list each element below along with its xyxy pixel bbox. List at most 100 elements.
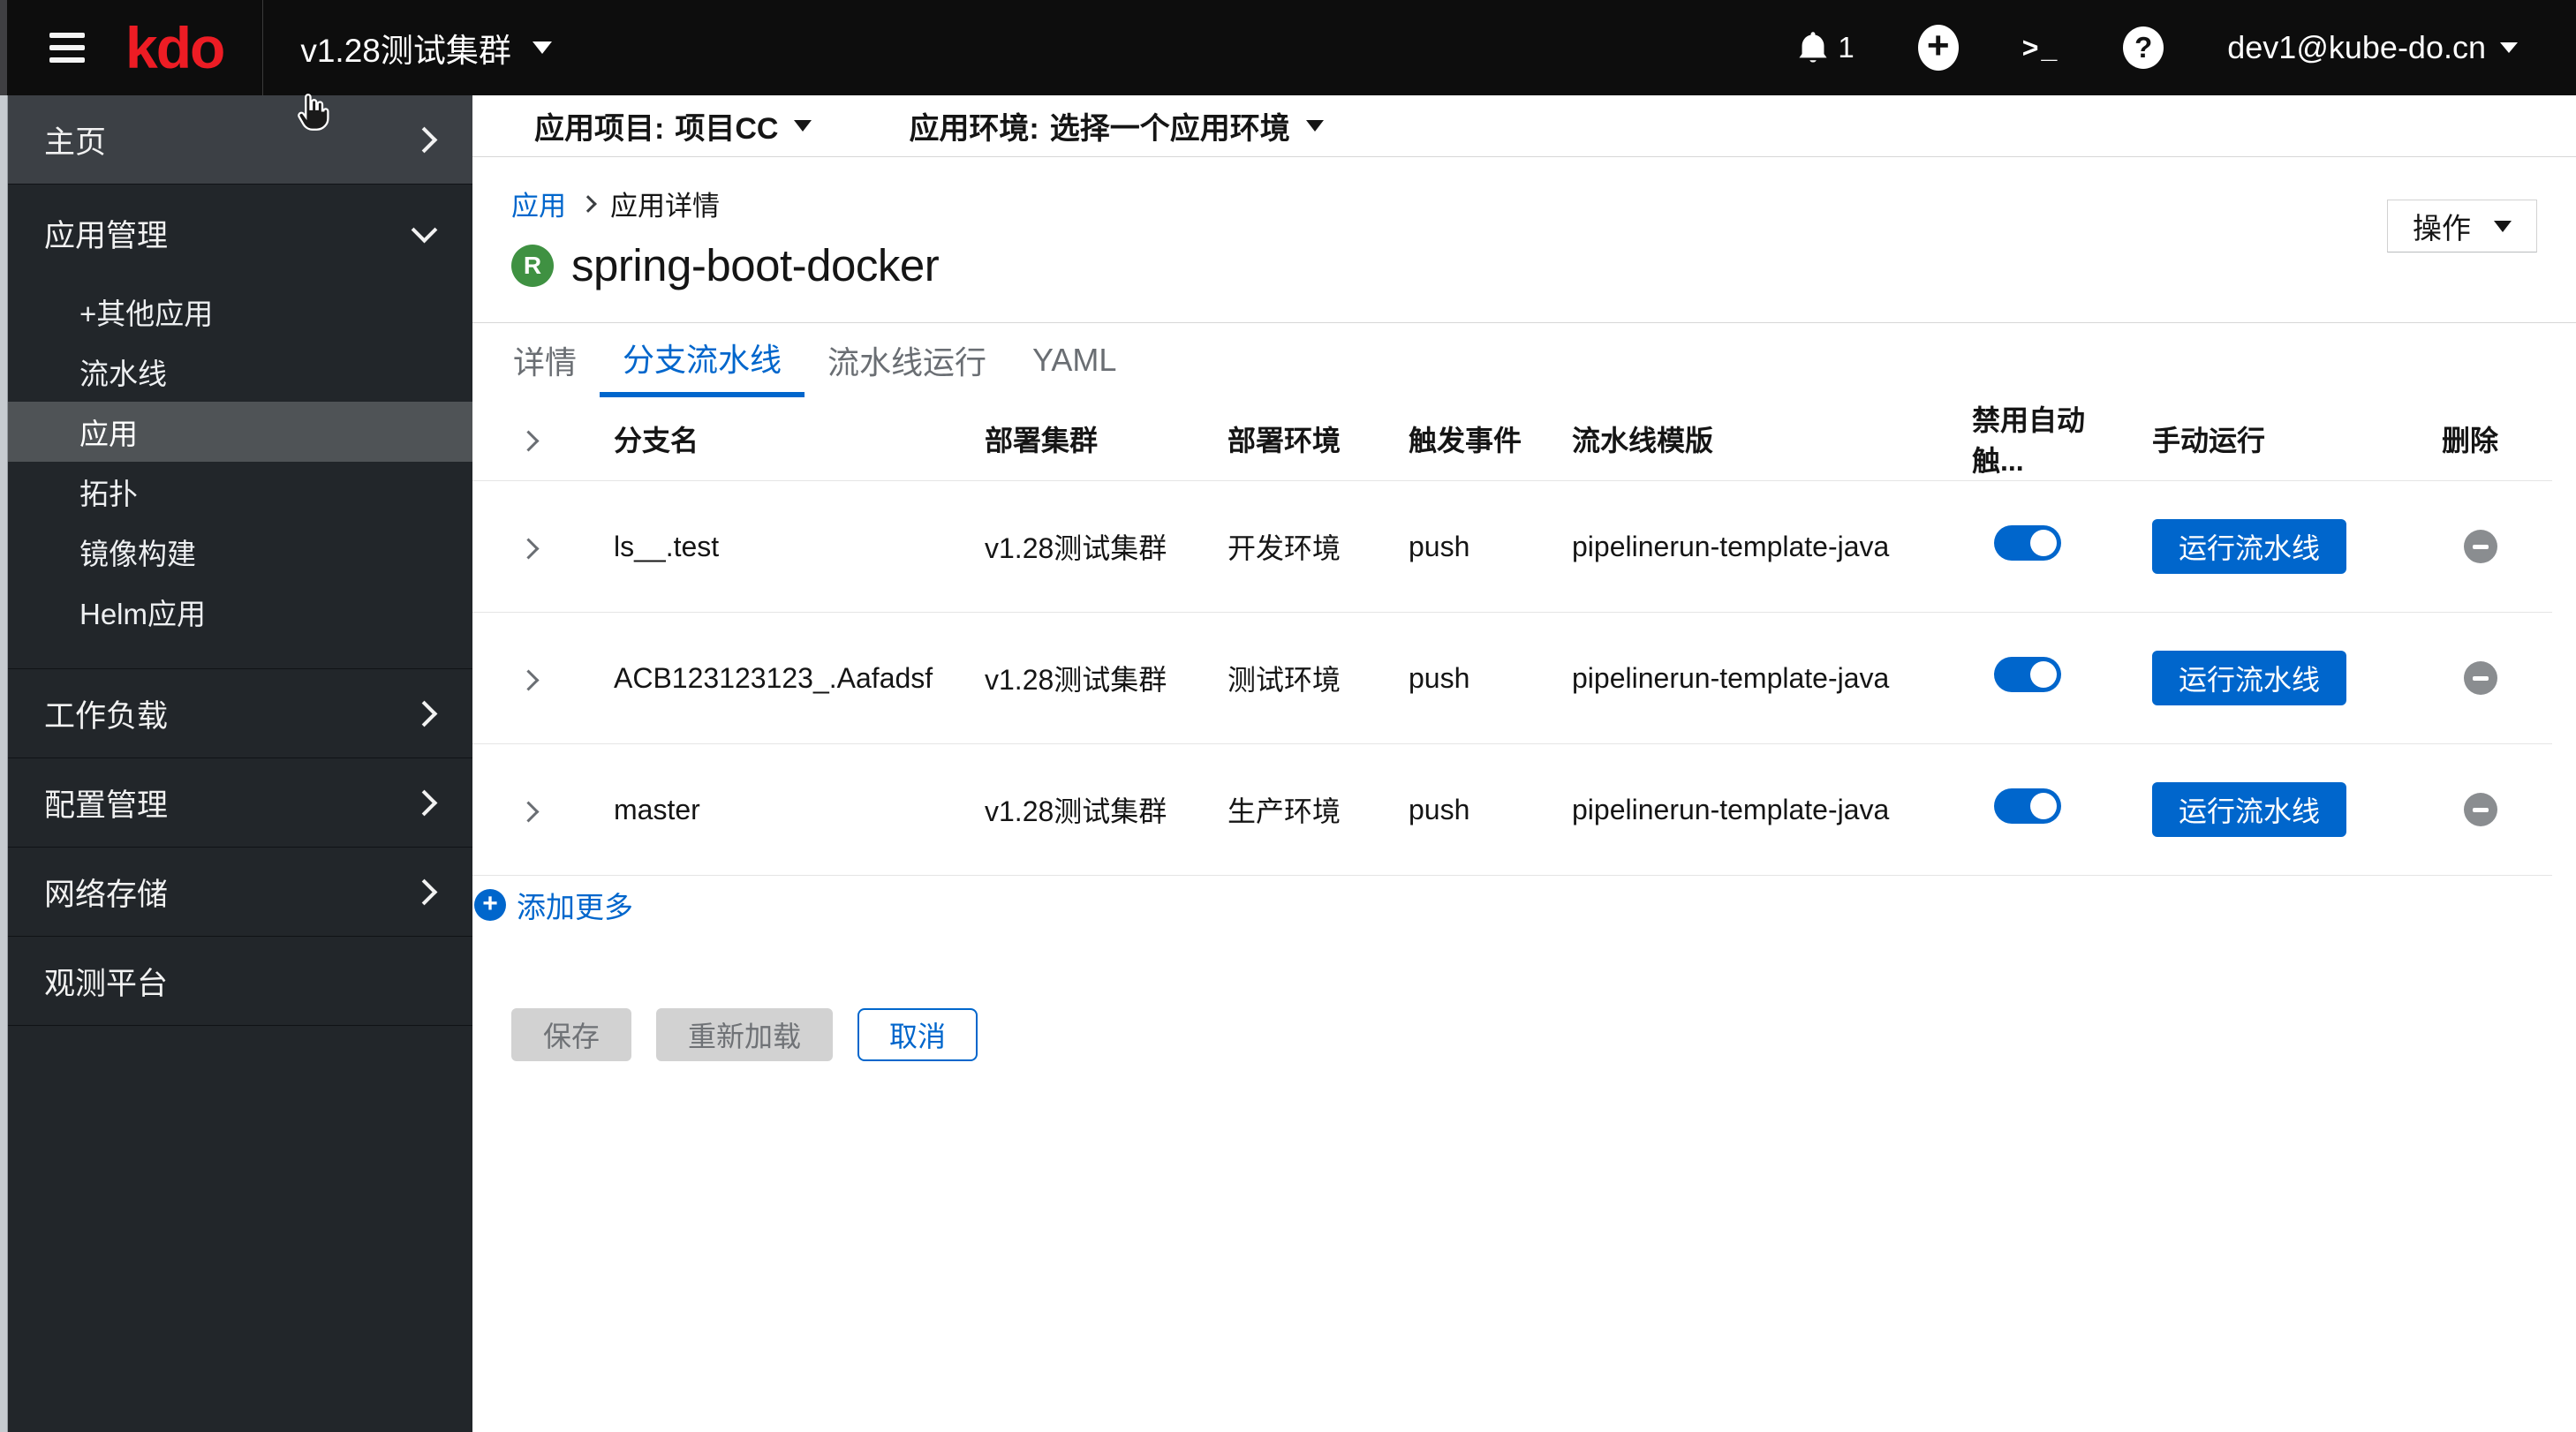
cancel-button[interactable]: 取消: [857, 1008, 978, 1061]
sidebar-item-other-apps[interactable]: +其他应用: [0, 282, 472, 342]
table-header-row: 分支名 部署集群 部署环境 触发事件 流水线模版 禁用自动触... 手动运行 删…: [472, 397, 2552, 481]
sidebar-item-label: 主页: [44, 124, 107, 160]
sidebar-item-label: 拓扑: [79, 478, 138, 510]
expand-all-chevron-icon[interactable]: [517, 429, 540, 452]
breadcrumb: 应用 应用详情: [511, 157, 2537, 223]
sidebar-item-home[interactable]: 主页: [0, 95, 472, 184]
remove-row-icon[interactable]: [2464, 793, 2497, 826]
col-header-cluster: 部署集群: [985, 425, 1099, 456]
chevron-down-icon: [411, 216, 438, 243]
chevron-right-icon: [411, 126, 438, 153]
sidebar-subnav: +其他应用 流水线 应用 拓扑 镜像构建 Helm应用: [0, 282, 472, 668]
reload-button[interactable]: 重新加载: [656, 1008, 834, 1061]
terminal-button[interactable]: >_: [2022, 32, 2059, 64]
cell-trigger: push: [1409, 661, 1470, 694]
sidebar-item-image-builds[interactable]: 镜像构建: [0, 522, 472, 582]
run-pipeline-button[interactable]: 运行流水线: [2152, 782, 2347, 837]
auto-trigger-toggle[interactable]: [1994, 788, 2061, 824]
cell-cluster: v1.28测试集群: [985, 664, 1167, 696]
col-header-template: 流水线模版: [1572, 425, 1714, 456]
sidebar-item-network-storage[interactable]: 网络存储: [0, 848, 472, 936]
chevron-down-icon: [532, 41, 552, 54]
environment-filter-dropdown[interactable]: 应用环境: 选择一个应用环境: [909, 104, 1324, 147]
notification-count: 1: [1838, 31, 1855, 64]
quick-create-button[interactable]: +: [1917, 24, 1959, 71]
sidebar-item-pipelines[interactable]: 流水线: [0, 342, 472, 402]
sidebar-item-workloads[interactable]: 工作负载: [0, 669, 472, 757]
sidebar-divider: [0, 1025, 472, 1026]
resource-badge: R: [511, 244, 554, 287]
run-pipeline-button[interactable]: 运行流水线: [2152, 519, 2347, 574]
col-header-trigger: 触发事件: [1409, 425, 1522, 456]
sidebar-item-label: 流水线: [79, 358, 167, 390]
sidebar-item-label: 镜像构建: [79, 538, 196, 570]
branch-pipelines-table: 分支名 部署集群 部署环境 触发事件 流水线模版 禁用自动触... 手动运行 删…: [472, 397, 2552, 876]
chevron-down-icon: [2500, 42, 2518, 53]
masthead: kdo v1.28测试集群 1 + >_ ? dev1@kube-do.cn: [0, 0, 2576, 95]
project-filter-value: 项目CC: [675, 112, 779, 146]
tab-branch-pipelines[interactable]: 分支流水线: [600, 323, 805, 397]
user-menu-dropdown[interactable]: dev1@kube-do.cn: [2227, 29, 2518, 66]
hamburger-menu-icon[interactable]: [49, 33, 85, 63]
window-edge-strip: [0, 95, 8, 1432]
help-button[interactable]: ?: [2123, 26, 2164, 69]
main-content: 应用项目: 项目CC 应用环境: 选择一个应用环境 应用 应用详情 R spri…: [472, 95, 2576, 1432]
masthead-toolbar: 1 + >_ ? dev1@kube-do.cn: [1797, 25, 2518, 71]
tab-details[interactable]: 详情: [490, 323, 600, 397]
sidebar-item-applications[interactable]: 应用: [0, 402, 472, 462]
expand-row-chevron-icon[interactable]: [517, 800, 540, 823]
save-button[interactable]: 保存: [511, 1008, 632, 1061]
brand-logo: kdo: [125, 15, 225, 80]
cluster-selector-label: v1.28测试集群: [300, 33, 511, 69]
cell-environment: 生产环境: [1228, 795, 1341, 827]
cell-template: pipelinerun-template-java: [1572, 793, 1890, 825]
sidebar-item-label: 观测平台: [44, 966, 169, 1001]
sidebar-item-label: 应用: [79, 418, 138, 450]
tab-yaml[interactable]: YAML: [1009, 323, 1139, 397]
sidebar-item-helm-apps[interactable]: Helm应用: [0, 582, 472, 642]
sidebar-item-config-management[interactable]: 配置管理: [0, 758, 472, 847]
expand-row-chevron-icon[interactable]: [517, 537, 540, 560]
tab-bar: 详情 分支流水线 流水线运行 YAML: [472, 322, 2576, 397]
run-pipeline-button[interactable]: 运行流水线: [2152, 651, 2347, 705]
sidebar-item-topology[interactable]: 拓扑: [0, 462, 472, 522]
plus-icon: +: [1926, 24, 1950, 67]
sidebar-nav: 主页 应用管理 +其他应用 流水线 应用 拓扑 镜像构建 Helm应用 工作负载…: [0, 95, 472, 1432]
table-row: ACB123123123_.Aafadsf v1.28测试集群 测试环境 pus…: [472, 613, 2552, 744]
cell-template: pipelinerun-template-java: [1572, 661, 1890, 694]
chevron-right-icon: [411, 700, 438, 727]
col-header-delete: 删除: [2442, 425, 2499, 456]
chevron-down-icon: [1305, 120, 1324, 132]
chevron-down-icon: [794, 120, 812, 132]
terminal-icon: >_: [2021, 31, 2060, 64]
expand-row-chevron-icon[interactable]: [517, 668, 540, 691]
add-more-link[interactable]: + 添加更多: [474, 886, 2576, 923]
plus-circle-icon: +: [474, 889, 506, 921]
remove-row-icon[interactable]: [2464, 661, 2497, 695]
project-filter-dropdown[interactable]: 应用项目: 项目CC: [534, 104, 812, 147]
masthead-divider: [262, 0, 264, 95]
chevron-right-icon: [411, 789, 438, 816]
form-actions: 保存 重新加载 取消: [511, 1008, 2576, 1061]
cell-environment: 测试环境: [1228, 664, 1341, 696]
cluster-selector-dropdown[interactable]: v1.28测试集群: [300, 24, 552, 72]
sidebar-item-label: 配置管理: [44, 788, 169, 823]
sidebar-item-label: Helm应用: [79, 598, 207, 630]
chevron-down-icon: [2494, 220, 2512, 232]
tab-pipeline-runs[interactable]: 流水线运行: [805, 323, 1009, 397]
cell-trigger: push: [1409, 530, 1470, 562]
sidebar-item-app-management[interactable]: 应用管理: [0, 185, 472, 282]
notifications-button[interactable]: 1: [1797, 30, 1855, 65]
cell-trigger: push: [1409, 793, 1470, 825]
cell-cluster: v1.28测试集群: [985, 795, 1167, 827]
bell-icon: [1799, 32, 1827, 63]
breadcrumb-link-applications[interactable]: 应用: [511, 184, 566, 223]
cell-environment: 开发环境: [1228, 532, 1341, 564]
auto-trigger-toggle[interactable]: [1994, 657, 2061, 692]
question-icon: ?: [2134, 31, 2153, 64]
auto-trigger-toggle[interactable]: [1994, 525, 2061, 561]
remove-row-icon[interactable]: [2464, 530, 2497, 563]
sidebar-item-label: 网络存储: [44, 877, 169, 912]
sidebar-item-observability[interactable]: 观测平台: [0, 937, 472, 1025]
actions-dropdown-button[interactable]: 操作: [2387, 200, 2537, 252]
